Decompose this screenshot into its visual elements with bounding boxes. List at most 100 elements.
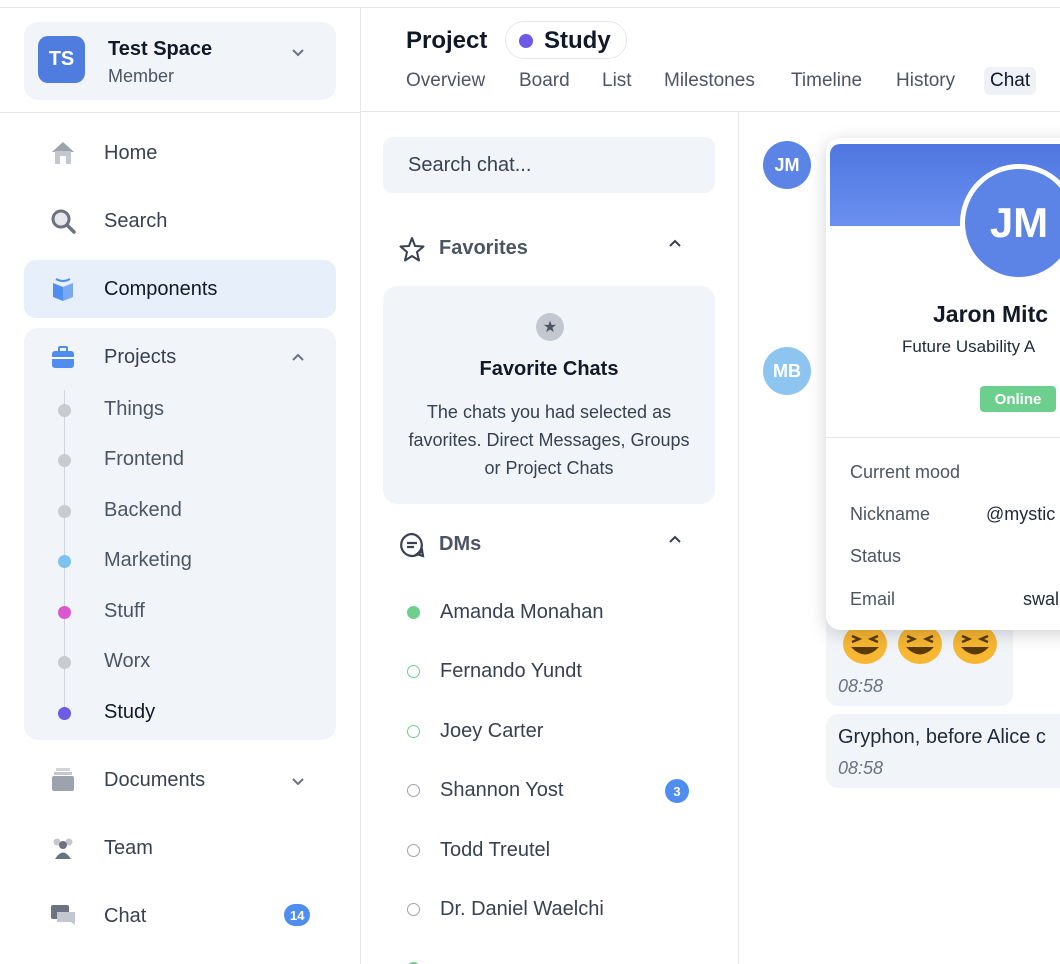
project-label: Things [104,398,165,420]
offline-status-dot [407,784,420,797]
message-bubble: Gryphon, before Alice c 08:58 [826,714,1060,788]
project-item-things[interactable]: Things [24,388,336,432]
project-name: Study [544,27,611,54]
project-color-dot [58,606,71,619]
project-color-dot [519,34,533,48]
project-label: Study [104,701,156,723]
workspace-role: Member [108,66,175,86]
profile-field-value: swal [1023,589,1060,609]
tab-history[interactable]: History [896,70,955,92]
laughing-emoji-icon [898,624,942,664]
profile-job-title: Future Usability A [902,337,1036,356]
dm-item[interactable]: Todd Treutel [407,836,707,866]
sidebar-item-chat[interactable]: Chat 14 [24,887,336,945]
profile-field-label: Email [850,589,896,609]
dm-item[interactable]: Fernando Yundt [407,657,707,687]
profile-field-label: Current mood [850,462,961,482]
sidebar-divider [0,112,361,113]
project-item-worx[interactable]: Worx [24,640,336,684]
favorites-section-header[interactable]: Favorites [399,234,699,264]
sidebar-item-label: Projects [104,345,177,368]
sidebar-item-team[interactable]: Team [24,819,336,877]
avatar[interactable]: JM [763,141,811,189]
favorites-empty-title: Favorite Chats [479,358,619,380]
sidebar-item-label: Documents [104,768,206,791]
sidebar-item-label: Search [104,209,168,232]
components-icon [48,274,78,304]
message-time: 08:58 [838,758,884,778]
sidebar: TS Test Space Member Home Search Compone… [0,8,361,964]
tab-chat[interactable]: Chat [984,67,1037,95]
project-label: Backend [104,499,182,521]
workspace-switcher[interactable]: TS Test Space Member [24,22,336,100]
project-color-dot [58,404,71,417]
dms-section-header[interactable]: DMs [399,530,699,560]
favorites-empty-state: ★ Favorite Chats The chats you had selec… [383,286,715,504]
chevron-down-icon [292,778,304,786]
favorites-label: Favorites [439,237,528,259]
online-status-dot [407,606,420,619]
away-status-dot [407,725,420,738]
chat-icon [48,901,78,931]
project-item-frontend[interactable]: Frontend [24,438,336,482]
tab-overview[interactable]: Overview [406,70,485,92]
project-item-stuff[interactable]: Stuff [24,590,336,634]
documents-icon [48,765,78,795]
search-chat-input[interactable] [383,137,715,193]
chevron-down-icon [292,49,304,57]
chat-bubble-icon [400,532,425,558]
dm-item-partial[interactable] [407,954,707,964]
dm-item[interactable]: Shannon Yost 3 [407,776,707,806]
profile-field-value: @mystic [986,504,1056,524]
tab-milestones[interactable]: Milestones [664,70,755,92]
favorites-empty-description: The chats you had selected as favorites.… [408,402,690,478]
dm-name: Dr. Daniel Waelchi [440,898,604,920]
workspace-name: Test Space [108,38,213,60]
chevron-up-icon [292,353,304,361]
dm-item[interactable]: Joey Carter [407,717,707,747]
sidebar-item-search[interactable]: Search [24,192,336,250]
offline-status-dot [407,903,420,916]
project-label: Frontend [104,448,185,470]
project-item-marketing[interactable]: Marketing [24,539,336,583]
laughing-emoji-icon [843,624,887,664]
dm-name: Todd Treutel [440,839,551,861]
projects-group: Projects Things Frontend Backend Marketi… [24,328,336,740]
chevron-up-icon [669,239,681,247]
project-item-backend[interactable]: Backend [24,489,336,533]
project-label: Stuff [104,600,145,622]
sidebar-item-home[interactable]: Home [24,124,336,182]
profile-avatar: JM [960,164,1060,282]
chat-unread-badge: 14 [284,904,311,926]
status-badge: Online [980,386,1056,412]
sidebar-item-documents[interactable]: Documents [24,751,336,809]
message-time: 08:58 [838,676,884,696]
project-pill[interactable]: Study [505,21,627,59]
offline-status-dot [407,844,420,857]
project-label: Worx [104,650,151,672]
project-label: Marketing [104,549,192,571]
briefcase-icon [48,342,78,372]
dm-item[interactable]: Amanda Monahan [407,598,707,628]
dm-item[interactable]: Dr. Daniel Waelchi [407,895,707,925]
profile-name: Jaron Mitc [933,301,1049,327]
sidebar-item-label: Home [104,141,158,164]
sidebar-item-components[interactable]: Components [24,260,336,318]
tab-board[interactable]: Board [519,70,570,92]
user-profile-popover: JM Jaron Mitc Future Usability A Online … [826,138,1060,630]
dms-label: DMs [439,533,482,555]
unread-badge: 3 [665,779,689,803]
chevron-up-icon [669,535,681,543]
project-item-study[interactable]: Study [24,691,336,735]
dm-name: Shannon Yost [440,779,564,801]
tab-list[interactable]: List [602,70,632,92]
dm-name: Amanda Monahan [440,601,604,623]
project-color-dot [58,454,71,467]
sidebar-item-projects[interactable]: Projects [24,328,336,386]
avatar[interactable]: MB [763,347,811,395]
star-outline-icon [399,237,425,262]
tab-timeline[interactable]: Timeline [791,70,862,92]
project-color-dot [58,656,71,669]
search-icon [48,206,78,236]
sidebar-item-label: Team [104,836,153,859]
